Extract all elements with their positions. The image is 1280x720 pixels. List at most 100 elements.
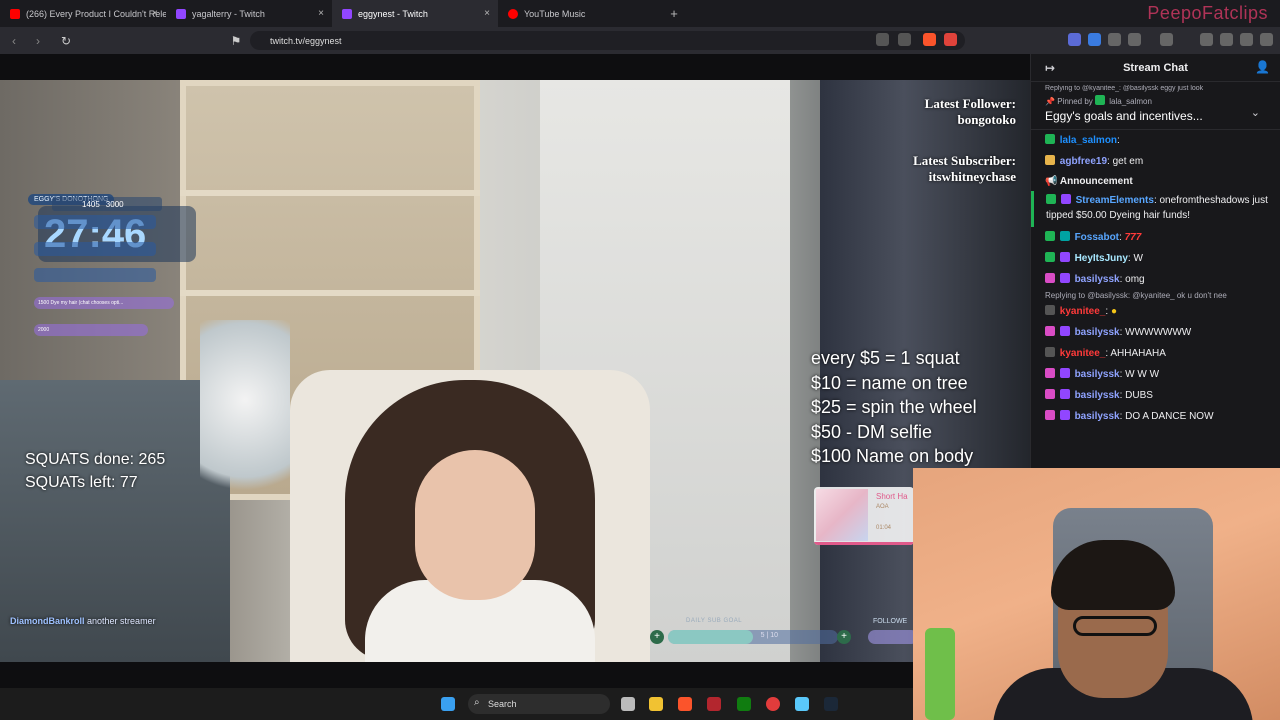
badge-icon	[1045, 305, 1055, 315]
streamer-face	[415, 450, 535, 600]
back-icon[interactable]: ‹	[4, 34, 24, 48]
stream-video[interactable]: EGGY'S DONOTHONG 27:46 1405 3000 1500 Dy…	[0, 80, 1030, 662]
community-icon[interactable]: 👤	[1255, 60, 1270, 74]
pin-icon: 📌	[1045, 97, 1055, 106]
profile-icon[interactable]	[1240, 33, 1253, 46]
counter-current: 1405	[82, 199, 100, 209]
app-icon[interactable]	[707, 697, 721, 711]
browser-tab-bar: (266) Every Product I Couldn't Relea × y…	[0, 0, 1280, 27]
chat-text: :	[1117, 135, 1120, 146]
wallet-icon[interactable]	[1128, 33, 1141, 46]
close-icon[interactable]: ×	[152, 8, 158, 19]
chat-header: ↦ Stream Chat 👤	[1031, 54, 1280, 82]
pinned-reply: Replying to @kyanitee_: @basilyssk eggy …	[1045, 85, 1204, 92]
steam-icon[interactable]	[824, 697, 838, 711]
file-explorer-icon[interactable]	[649, 697, 663, 711]
raid-text: another streamer	[87, 616, 156, 626]
follower-goal-label: FOLLOWE	[873, 618, 908, 625]
overlay-bar	[34, 242, 156, 256]
chat-text: : W W W	[1119, 369, 1160, 380]
url-bar[interactable]: twitch.tv/eggynest	[250, 31, 965, 50]
leo-icon[interactable]	[1220, 33, 1233, 46]
chevron-down-icon[interactable]: ⌄	[1251, 106, 1260, 119]
chip-label: Dye my hair (chat chooses opti...	[50, 300, 124, 306]
menu-icon[interactable]	[1260, 33, 1273, 46]
reload-icon[interactable]: ↻	[56, 34, 76, 48]
emote-icon: ●	[1110, 306, 1117, 317]
chat-username[interactable]: StreamElements	[1076, 195, 1154, 206]
raid-name: DiamondBankroll	[10, 616, 85, 626]
app-icon[interactable]	[795, 697, 809, 711]
pinned-message[interactable]: Replying to @kyanitee_: @basilyssk eggy …	[1031, 82, 1280, 130]
stream-chat-panel: ↦ Stream Chat 👤 Replying to @kyanitee_: …	[1030, 54, 1280, 468]
music-icon[interactable]	[1160, 33, 1173, 46]
brave-shield-icon[interactable]	[923, 33, 936, 46]
pinned-by-label: Pinned by	[1057, 97, 1093, 106]
chat-username[interactable]: basilyssk	[1075, 369, 1120, 380]
xbox-icon[interactable]	[737, 697, 751, 711]
forward-icon[interactable]: ›	[28, 34, 48, 48]
chat-message: basilyssk: omg	[1031, 269, 1280, 290]
heart-badge-icon	[1045, 273, 1055, 283]
chat-text: : W	[1127, 253, 1143, 264]
tab-title: YouTube Music	[524, 8, 586, 19]
chat-text: :	[1105, 306, 1109, 317]
reply-context[interactable]: Replying to @basilyssk: @kyanitee_ ok u …	[1031, 290, 1280, 301]
badge-icon	[1045, 347, 1055, 357]
close-icon[interactable]: ×	[318, 8, 324, 19]
song-title: Short Ha	[876, 492, 908, 501]
share-icon[interactable]	[898, 33, 911, 46]
sidebar-icon[interactable]	[1200, 33, 1213, 46]
chat-text: : omg	[1119, 274, 1145, 285]
taskbar-search[interactable]: ⌕ Search	[468, 694, 610, 714]
bookmark-icon[interactable]: ⚑	[226, 34, 246, 48]
plus-icon: +	[650, 630, 664, 644]
chat-username[interactable]: agbfree19	[1060, 156, 1107, 167]
chat-username[interactable]: kyanitee_	[1060, 306, 1106, 317]
overlay-bar	[34, 268, 156, 282]
browser-tab[interactable]: YouTube Music	[498, 0, 664, 27]
chat-username[interactable]: basilyssk	[1075, 411, 1120, 422]
chat-username[interactable]: basilyssk	[1075, 390, 1120, 401]
heart-badge-icon	[1045, 410, 1055, 420]
app-icon[interactable]	[766, 697, 780, 711]
browser-tab[interactable]: yagalterry - Twitch ×	[166, 0, 332, 27]
chat-username[interactable]: Fossabot	[1075, 232, 1119, 243]
brave-icon[interactable]	[678, 697, 692, 711]
chat-username[interactable]: HeyItsJuny	[1075, 253, 1128, 264]
windows-start-icon[interactable]	[441, 697, 455, 711]
youtube-music-icon	[508, 8, 518, 19]
brave-rewards-icon[interactable]	[944, 33, 957, 46]
search-icon: ⌕	[474, 697, 480, 708]
album-art	[816, 489, 868, 541]
tab-title: eggynest - Twitch	[358, 8, 428, 19]
latest-subscriber: Latest Subscriber: itswhitneychase	[913, 153, 1016, 185]
task-view-icon[interactable]	[621, 697, 635, 711]
heart-badge-icon	[1045, 326, 1055, 336]
chat-username[interactable]: basilyssk	[1075, 327, 1120, 338]
overlay-bar	[34, 215, 156, 229]
close-icon[interactable]: ×	[484, 8, 490, 19]
chat-username[interactable]: lala_salmon	[1060, 135, 1117, 146]
chat-username[interactable]: basilyssk	[1075, 274, 1120, 285]
moderator-badge-icon	[1045, 252, 1055, 262]
twitch-icon	[176, 8, 186, 19]
extension-icon[interactable]	[1068, 33, 1081, 46]
incentive-item: every $5 = 1 squat	[811, 348, 960, 368]
zoom-icon[interactable]	[876, 33, 889, 46]
chip-amount: 2000	[38, 327, 50, 333]
browser-tab-active[interactable]: eggynest - Twitch ×	[332, 0, 498, 27]
new-tab-button[interactable]: +	[664, 6, 684, 21]
latest-follower-name: bongotoko	[957, 112, 1016, 127]
chat-title: Stream Chat	[1123, 61, 1188, 74]
sub-badge-icon	[1059, 252, 1070, 262]
extension-icon[interactable]	[1088, 33, 1101, 46]
collapse-chat-icon[interactable]: ↦	[1045, 61, 1055, 75]
squats-counter: SQUATS done: 265 SQUATs left: 77	[25, 448, 165, 494]
chat-text: : AHHAHAHA	[1105, 348, 1166, 359]
puzzle-icon[interactable]	[1108, 33, 1121, 46]
cam-person-glasses	[1073, 616, 1157, 636]
chat-username[interactable]: kyanitee_	[1060, 348, 1106, 359]
chat-message: basilyssk: DO A DANCE NOW	[1031, 406, 1280, 427]
browser-tab[interactable]: (266) Every Product I Couldn't Relea ×	[0, 0, 166, 27]
